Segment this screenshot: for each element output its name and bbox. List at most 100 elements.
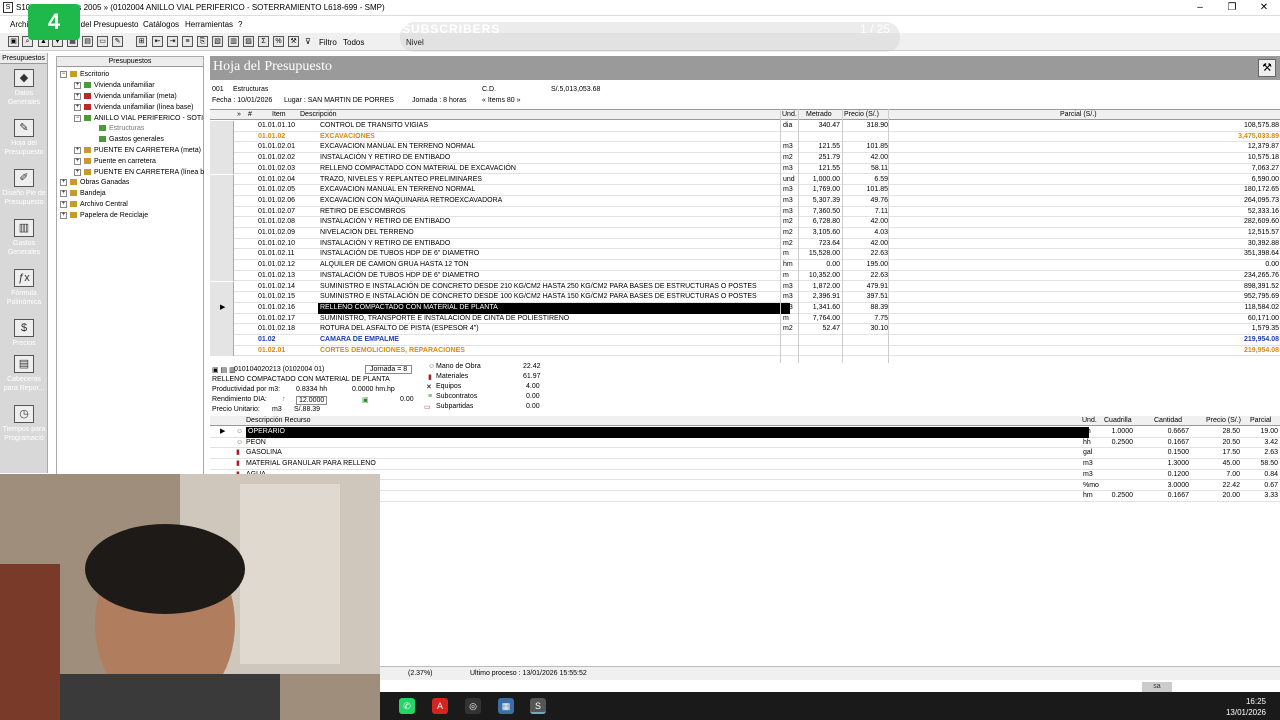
col-res-parcial[interactable]: Parcial	[1250, 417, 1271, 424]
row-header[interactable]	[210, 195, 234, 207]
sum-icon[interactable]: Σ	[258, 36, 269, 47]
s10-app-icon[interactable]: S	[530, 698, 546, 714]
row-header[interactable]	[210, 174, 234, 186]
copy-icon[interactable]: ⎘	[197, 36, 208, 47]
grid-row[interactable]: 01.01.02.18 ROTURA DEL ASFALTO DE PISTA (…	[210, 324, 1280, 335]
col-und[interactable]: Und.	[782, 111, 797, 118]
col-parcial[interactable]: Parcial (S/.)	[1060, 111, 1097, 118]
row-header[interactable]	[210, 324, 234, 335]
tree-node[interactable]: + PUENTE EN CARRETERA (línea b	[74, 168, 204, 177]
grid-row[interactable]: 01.01.02.13 INSTALACIÓN DE TUBOS HDP DE 6…	[210, 270, 1280, 282]
grid-row[interactable]: 01.01.02.05 EXCAVACION MANUAL EN TERRENO …	[210, 185, 1280, 196]
col-res-precio[interactable]: Precio (S/.)	[1206, 417, 1241, 424]
row-header[interactable]	[210, 142, 234, 154]
restore-button[interactable]: ❐	[1216, 0, 1248, 16]
row-header[interactable]	[210, 249, 234, 261]
row-header[interactable]	[210, 185, 234, 196]
tree-node-obras-ganadas[interactable]: + Obras Ganadas	[60, 178, 129, 187]
menu-herramientas[interactable]: Herramientas	[185, 20, 233, 29]
tray-popup[interactable]: sa	[1142, 682, 1172, 692]
indent-right-icon[interactable]: ⇥	[167, 36, 178, 47]
close-button[interactable]: ✕	[1248, 0, 1280, 16]
tree-node[interactable]: + PUENTE EN CARRETERA (meta)	[74, 146, 201, 155]
grid-row[interactable]: 01.01.02.07 RETIRO DE ESCOMBROS m3 7,360.50…	[210, 206, 1280, 218]
insert-icon[interactable]: ⊞	[136, 36, 147, 47]
tree-node-archivo-central[interactable]: + Archivo Central	[60, 200, 128, 209]
grid-row[interactable]: 01.01.02.11 INSTALACIÓN DE TUBOS HDP DE 6…	[210, 249, 1280, 261]
col-res-cantidad[interactable]: Cantidad	[1154, 417, 1182, 424]
row-header[interactable]	[210, 281, 234, 293]
resource-row[interactable]: ▮ MATERIAL GRANULAR PARA RELLENO m3 1.3000 4…	[210, 459, 1280, 470]
tree-node-bandeja[interactable]: + Bandeja	[60, 189, 106, 198]
grid-row[interactable]: 01.01.02 EXCAVACIONES 3,475,033.89	[210, 131, 1280, 143]
row-header[interactable]	[210, 121, 234, 132]
pdf-icon[interactable]: A	[432, 698, 448, 714]
row-header[interactable]	[210, 163, 234, 175]
resource-row[interactable]: ☺ PEON hh 0.2500 0.1667 20.50 3.42	[210, 438, 1280, 449]
note-icon[interactable]: ✎	[112, 36, 123, 47]
grid-row[interactable]: 01.01.02.02 INSTALACIÓN Y RETIRO DE ENTIB…	[210, 153, 1280, 164]
resource-row[interactable]: ☺ OPERARIO hh 1.0000 0.6667 28.50 19.00 ▶	[210, 427, 1280, 438]
module-cabeceras[interactable]: ▤ Cabeceras para Repor...	[0, 355, 48, 393]
nivel-select[interactable]: Nivel	[406, 38, 424, 47]
row-header[interactable]	[210, 335, 234, 346]
monitor-icon[interactable]: ▭	[97, 36, 108, 47]
tree-node-estructuras[interactable]: Estructuras	[99, 124, 144, 133]
tree-node[interactable]: + Vivienda unifamiliar	[74, 81, 155, 90]
menu-catalogos[interactable]: Catálogos	[143, 20, 179, 29]
row-header[interactable]	[210, 153, 234, 164]
row-header[interactable]	[210, 217, 234, 228]
row-header[interactable]	[210, 345, 234, 357]
whatsapp-icon[interactable]: ✆	[399, 698, 415, 714]
row-header[interactable]	[210, 292, 234, 303]
disk-icon[interactable]: ◎	[465, 698, 481, 714]
filter-select[interactable]: Todos	[343, 38, 364, 47]
row-header[interactable]	[210, 206, 234, 218]
grid-row[interactable]: 01.01.02.04 TRAZO, NIVELES Y REPLANTEO PR…	[210, 174, 1280, 186]
resource-row[interactable]: ▮ GASOLINA gal 0.1500 17.50 2.63	[210, 448, 1280, 460]
tree-node[interactable]: + Vivienda unifamiliar (línea base)	[74, 103, 193, 112]
rend-input[interactable]: 12.0000	[296, 396, 328, 405]
minimize-button[interactable]: –	[1184, 0, 1216, 16]
tree-node-anillo-vial[interactable]: − ANILLO VIAL PERIFERICO - SOTI	[74, 114, 203, 123]
module-precios[interactable]: $ Precios	[0, 319, 48, 348]
col-item[interactable]: Item	[272, 111, 286, 118]
row-header[interactable]	[210, 131, 234, 143]
calculator-icon[interactable]: ▦	[498, 698, 514, 714]
row-header[interactable]	[210, 270, 234, 282]
col-precio[interactable]: Precio (S/.)	[844, 111, 879, 118]
grid-row[interactable]: 01.02.01 CORTES DEMOLICIONES, REPARACIONE…	[210, 345, 1280, 357]
grid-row[interactable]: 01.01.02.10 INSTALACIÓN Y RETIRO DE ENTIB…	[210, 238, 1280, 250]
calc-icon[interactable]: ▧	[212, 36, 223, 47]
arrow-up-icon[interactable]: ↑	[282, 396, 286, 403]
col-res-desc[interactable]: Descripción Recurso	[246, 417, 311, 424]
module-formula-polinomica[interactable]: ƒx Fórmula Polinómica	[0, 269, 48, 307]
col-res-cuadrilla[interactable]: Cuadrilla	[1104, 417, 1132, 424]
module-datos-generales[interactable]: ◆ Datos Generales	[0, 69, 48, 107]
grid-row[interactable]: 01.01.02.06 EXCAVACION CON MAQUINARIA RET…	[210, 195, 1280, 207]
row-header[interactable]	[210, 228, 234, 239]
col-metrado[interactable]: Metrado	[806, 111, 832, 118]
tree-node[interactable]: + Vivienda unifamiliar (meta)	[74, 92, 177, 101]
percent-icon[interactable]: %	[273, 36, 284, 47]
tree-icon[interactable]: ▤	[82, 36, 93, 47]
row-header[interactable]	[210, 313, 234, 325]
level-icon[interactable]: ≡	[182, 36, 193, 47]
print-icon[interactable]: ▣	[8, 36, 19, 47]
grid-row[interactable]: 01.01.02.14 SUMINISTRO E INSTALACIÓN DE C…	[210, 281, 1280, 293]
col-desc[interactable]: Descripción	[300, 111, 337, 118]
grid-row[interactable]: 01.01.02.08 INSTALACIÓN Y RETIRO DE ENTIB…	[210, 217, 1280, 228]
grid-row[interactable]: 01.02 CAMARA DE EMPALME 219,954.08	[210, 335, 1280, 346]
row-header[interactable]	[210, 238, 234, 250]
grid-row[interactable]: 01.01.02.17 SUMINISTRO, TRANSPORTE E INST…	[210, 313, 1280, 325]
menu-help[interactable]: ?	[238, 20, 242, 29]
module-diseno-pie[interactable]: ✐ Diseño Pie de Presupuesto	[0, 169, 48, 207]
tree-node-papelera[interactable]: + Papelera de Reciclaje	[60, 211, 148, 220]
chart-icon[interactable]: ▨	[243, 36, 254, 47]
module-gastos-generales[interactable]: ▥ Gastos Generales	[0, 219, 48, 257]
module-hoja-presupuesto[interactable]: ✎ Hoja del Presupuesto	[0, 119, 48, 157]
grid-row[interactable]: 01.01.02.09 NIVELACION DEL TERRENO m2 3,105…	[210, 228, 1280, 239]
grid-row[interactable]: 01.01.02.12 ALQUILER DE CAMION GRUA HASTA…	[210, 260, 1280, 271]
row-header[interactable]	[210, 260, 234, 271]
grid-row[interactable]: 01.01.02.01 EXCAVACION MANUAL EN TERRENO …	[210, 142, 1280, 154]
